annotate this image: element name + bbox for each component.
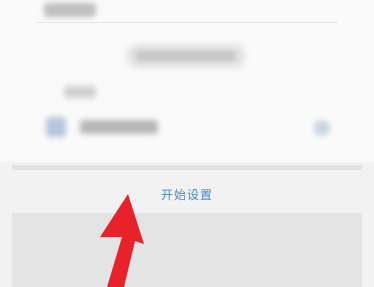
blurred-pill-text: [136, 51, 236, 61]
blurred-row-text: [80, 120, 158, 134]
start-setup-link[interactable]: 开始设置: [0, 186, 374, 203]
red-arrow-icon: [100, 194, 144, 287]
blurred-settings-card: [0, 0, 374, 162]
blurred-title-text: [44, 3, 96, 17]
bottom-panel: [12, 213, 362, 287]
blurred-section-label: [64, 86, 96, 98]
blurred-chevron-icon: [314, 120, 330, 136]
row-divider: [36, 22, 338, 23]
section-divider: [12, 165, 362, 170]
blurred-row-icon: [46, 117, 66, 137]
